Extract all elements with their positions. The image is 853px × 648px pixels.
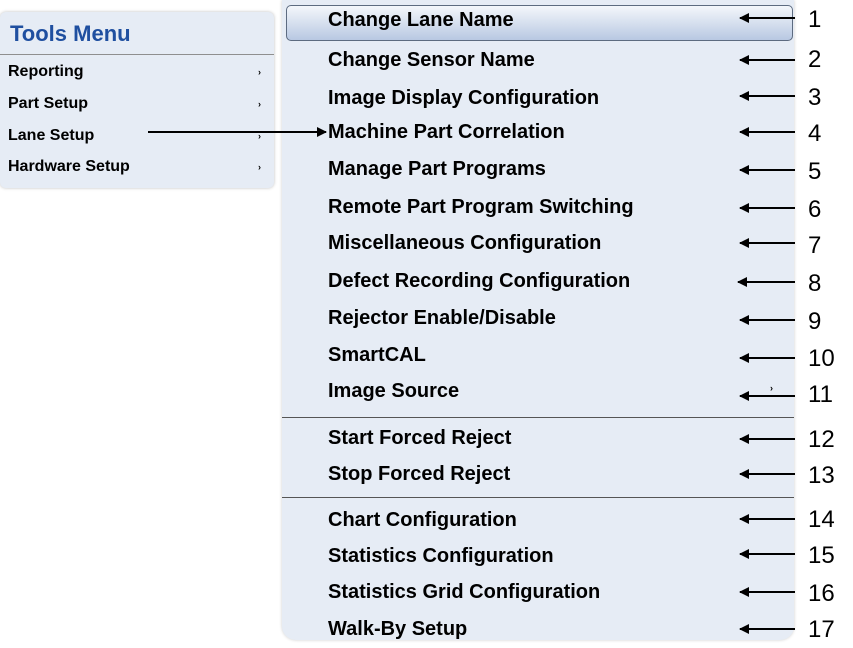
callout-arrows — [148, 13, 795, 634]
